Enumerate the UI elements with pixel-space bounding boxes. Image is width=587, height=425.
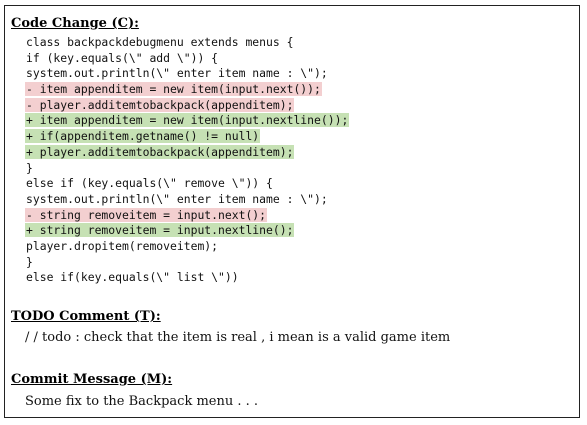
commit-message-text: Some fix to the Backpack menu . . . bbox=[25, 394, 259, 409]
diff-line-text: if (key.equals(\" add \")) { bbox=[26, 50, 219, 65]
diff-line-text: else if(key.equals(\" list \")) bbox=[26, 270, 239, 285]
diff-line-context: system.out.println(\" enter item name : … bbox=[25, 192, 349, 208]
diff-line-context: class backpackdebugmenu extends menus { bbox=[25, 35, 349, 51]
diff-line-text: } bbox=[26, 254, 33, 269]
diff-line-removed: - item appenditem = new item(input.next(… bbox=[25, 82, 349, 98]
code-change-heading: Code Change (C): bbox=[11, 16, 139, 31]
diff-line-text: } bbox=[26, 160, 33, 175]
diff-line-added: + player.additemtobackpack(appenditem); bbox=[25, 144, 349, 161]
diff-line-added: + string removeitem = input.nextline(); bbox=[25, 223, 349, 239]
diff-line-text: player.dropitem(removeitem); bbox=[26, 238, 219, 253]
diff-line-text: + string removeitem = input.nextline(); bbox=[25, 223, 295, 238]
diff-line-text: else if (key.equals(\" remove \")) { bbox=[26, 176, 273, 191]
diff-line-text: + item appenditem = new item(input.nextl… bbox=[25, 113, 350, 128]
diff-line-text: class backpackdebugmenu extends menus { bbox=[26, 35, 294, 49]
diff-line-text: + if(appenditem.getname() != null) bbox=[25, 129, 261, 144]
diff-line-context: system.out.println(\" enter item name : … bbox=[25, 66, 349, 82]
diff-line-context: else if(key.equals(\" list \")) bbox=[25, 270, 349, 286]
diff-line-context: if (key.equals(\" add \")) { bbox=[25, 51, 349, 67]
example-panel: Code Change (C): class backpackdebugmenu… bbox=[4, 5, 580, 418]
todo-comment-heading: TODO Comment (T): bbox=[11, 309, 161, 324]
diff-line-removed: - string removeitem = input.next(); bbox=[25, 207, 349, 224]
diff-line-text: system.out.println(\" enter item name : … bbox=[26, 191, 328, 206]
diff-line-context: } bbox=[25, 161, 349, 177]
code-diff-block: class backpackdebugmenu extends menus {i… bbox=[25, 35, 350, 286]
diff-line-added: + item appenditem = new item(input.nextl… bbox=[25, 113, 350, 129]
diff-line-text: - player.additemtobackpack(appenditem); bbox=[25, 97, 295, 112]
diff-line-context: else if (key.equals(\" remove \")) { bbox=[25, 176, 349, 192]
todo-comment-text: / / todo : check that the item is real ,… bbox=[25, 330, 451, 345]
diff-line-text: - string removeitem = input.next(); bbox=[25, 207, 268, 222]
diff-line-added: + if(appenditem.getname() != null) bbox=[25, 129, 349, 145]
diff-line-context: player.dropitem(removeitem); bbox=[25, 239, 349, 255]
diff-line-text: + player.additemtobackpack(appenditem); bbox=[25, 144, 295, 159]
diff-line-removed: - player.additemtobackpack(appenditem); bbox=[25, 97, 349, 114]
diff-line-context: } bbox=[25, 255, 349, 271]
diff-line-text: system.out.println(\" enter item name : … bbox=[26, 66, 328, 81]
diff-line-text: - item appenditem = new item(input.next(… bbox=[25, 82, 322, 97]
commit-message-heading: Commit Message (M): bbox=[11, 372, 173, 387]
